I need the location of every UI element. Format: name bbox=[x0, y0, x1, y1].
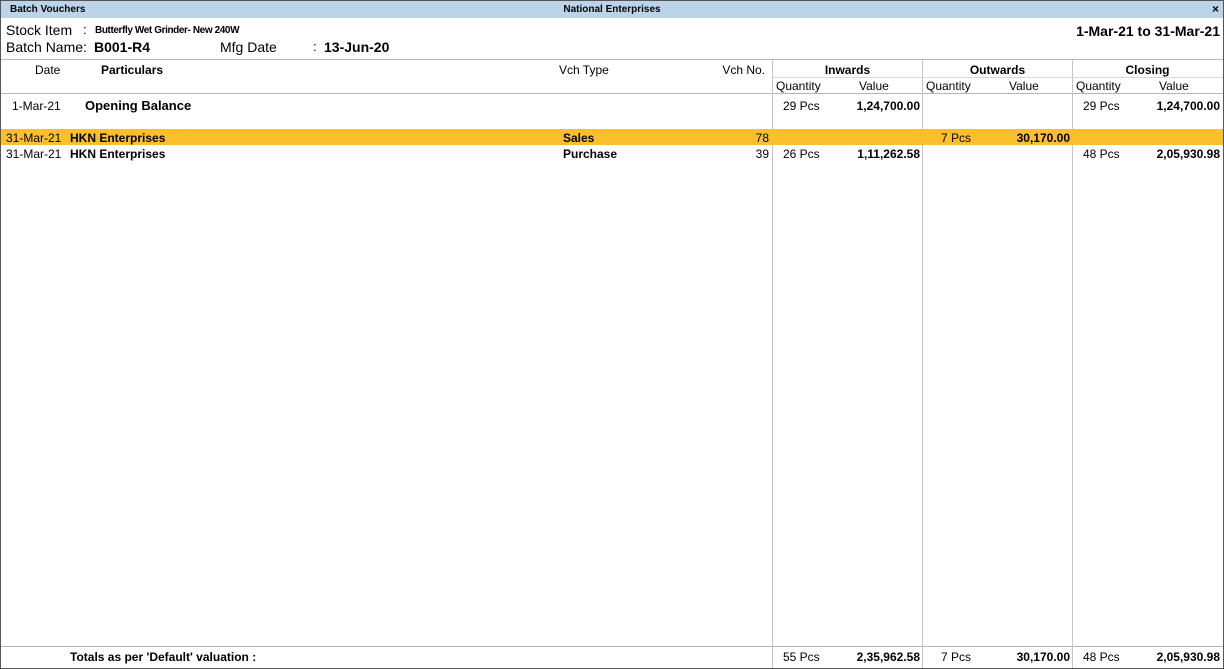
opening-in-qty: 29 Pcs bbox=[783, 99, 820, 113]
row-out-value: 30,170.00 bbox=[1016, 131, 1070, 145]
column-header-outwards: Outwards bbox=[969, 63, 1026, 77]
mfg-date-separator: : bbox=[313, 39, 317, 54]
totals-out-qty: 7 Pcs bbox=[941, 650, 972, 664]
totals-divider bbox=[1, 646, 1223, 647]
row-vch-type: Purchase bbox=[563, 147, 618, 161]
row-vch-type: Sales bbox=[563, 131, 595, 145]
opening-in-value: 1,24,700.00 bbox=[856, 99, 920, 113]
stock-item-separator: : bbox=[83, 22, 87, 37]
closing-value-header: Value bbox=[1159, 79, 1189, 93]
close-icon[interactable]: × bbox=[1212, 1, 1219, 18]
inwards-value-header: Value bbox=[859, 79, 889, 93]
batch-name-label: Batch Name: bbox=[6, 39, 87, 55]
row-date: 31-Mar-21 bbox=[6, 131, 62, 145]
outwards-column-divider bbox=[922, 60, 923, 668]
group-sub-divider bbox=[773, 77, 1223, 78]
row-closing-value: 2,05,930.98 bbox=[1156, 147, 1220, 161]
stock-item-label: Stock Item bbox=[6, 22, 73, 38]
row-vch-no: 78 bbox=[755, 131, 769, 145]
title-bar: Batch Vouchers National Enterprises × bbox=[1, 1, 1223, 18]
column-header-vch-type: Vch Type bbox=[559, 63, 609, 77]
opening-closing-qty: 29 Pcs bbox=[1083, 99, 1120, 113]
totals-out-value: 30,170.00 bbox=[1016, 650, 1070, 664]
outwards-value-header: Value bbox=[1009, 79, 1039, 93]
row-closing-qty: 48 Pcs bbox=[1083, 147, 1120, 161]
column-header-date: Date bbox=[35, 63, 61, 77]
column-header-closing: Closing bbox=[1125, 63, 1170, 77]
row-particulars: HKN Enterprises bbox=[70, 131, 166, 145]
period-range[interactable]: 1-Mar-21 to 31-Mar-21 bbox=[1076, 23, 1220, 39]
header-bottom-divider bbox=[1, 93, 1223, 94]
batch-vouchers-window: Batch Vouchers National Enterprises × St… bbox=[0, 0, 1224, 669]
row-vch-no: 39 bbox=[755, 147, 769, 161]
totals-in-value: 2,35,962.58 bbox=[856, 650, 920, 664]
totals-closing-value: 2,05,930.98 bbox=[1156, 650, 1220, 664]
opening-closing-value: 1,24,700.00 bbox=[1156, 99, 1220, 113]
column-header-vch-no: Vch No. bbox=[722, 63, 765, 77]
stock-item-value: Butterfly Wet Grinder- New 240W bbox=[95, 25, 240, 36]
opening-date: 1-Mar-21 bbox=[12, 99, 61, 113]
column-header-inwards: Inwards bbox=[824, 63, 871, 77]
closing-quantity-header: Quantity bbox=[1076, 79, 1121, 93]
mfg-date-value: 13-Jun-20 bbox=[324, 39, 390, 55]
row-particulars: HKN Enterprises bbox=[70, 147, 166, 161]
opening-particulars: Opening Balance bbox=[85, 98, 192, 113]
outwards-quantity-header: Quantity bbox=[926, 79, 971, 93]
header-top-divider bbox=[1, 59, 1223, 60]
column-header-particulars: Particulars bbox=[101, 63, 164, 77]
row-out-qty: 7 Pcs bbox=[941, 131, 972, 145]
totals-in-qty: 55 Pcs bbox=[783, 650, 820, 664]
closing-column-divider bbox=[1072, 60, 1073, 668]
batch-name-value: B001-R4 bbox=[94, 39, 151, 55]
inwards-column-divider bbox=[772, 60, 773, 668]
mfg-date-label: Mfg Date bbox=[220, 39, 277, 55]
company-name: National Enterprises bbox=[563, 4, 661, 15]
row-date: 31-Mar-21 bbox=[6, 147, 62, 161]
totals-label: Totals as per 'Default' valuation : bbox=[70, 650, 257, 664]
row-in-qty: 26 Pcs bbox=[783, 147, 820, 161]
row-in-value: 1,11,262.58 bbox=[857, 147, 920, 161]
inwards-quantity-header: Quantity bbox=[776, 79, 821, 93]
totals-closing-qty: 48 Pcs bbox=[1083, 650, 1120, 664]
